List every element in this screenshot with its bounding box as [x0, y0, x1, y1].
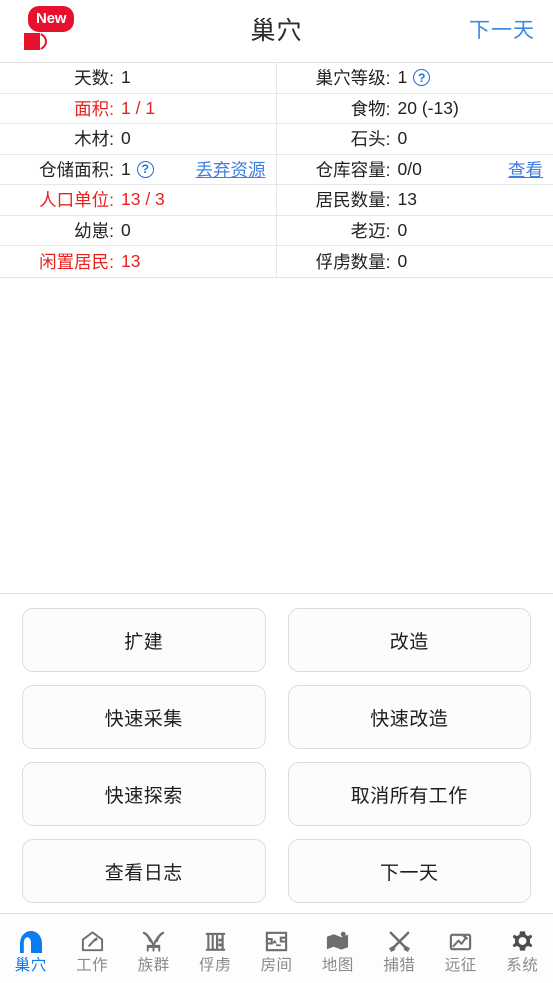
- stat-label: 仓库容量:: [315, 159, 391, 180]
- stat-value: 13 / 3: [121, 189, 165, 210]
- gear-icon: [507, 926, 537, 956]
- stat-value: 1 / 1: [121, 97, 156, 118]
- table-row: 人口单位: 13 / 3 居民数量: 13: [0, 185, 553, 216]
- work-icon: [77, 926, 107, 956]
- tab-map[interactable]: 地图: [307, 917, 368, 983]
- stat-captive-count: 俘虏数量: 0: [277, 246, 553, 277]
- expedition-icon: [446, 926, 476, 956]
- stat-label: 老迈:: [350, 220, 391, 241]
- stat-label: 石头:: [350, 129, 391, 150]
- expand-button[interactable]: 扩建: [22, 608, 266, 672]
- stat-value: 0: [121, 128, 131, 149]
- view-warehouse-link[interactable]: 查看: [508, 157, 543, 182]
- stat-value: 0: [121, 219, 131, 240]
- stat-value: 0: [397, 250, 408, 271]
- stat-wood: 木材: 0: [0, 124, 277, 154]
- stat-value: 20 (-13): [397, 97, 459, 118]
- stat-day: 天数: 1: [0, 63, 277, 93]
- view-log-button[interactable]: 查看日志: [22, 839, 266, 903]
- tab-label: 房间: [260, 957, 293, 975]
- help-icon[interactable]: ?: [136, 160, 154, 178]
- table-row: 面积: 1 / 1 食物: 20 (-13): [0, 93, 553, 124]
- tab-room[interactable]: 房间: [246, 917, 307, 983]
- tab-label: 系统: [506, 957, 539, 975]
- stat-value: 1: [121, 158, 131, 179]
- stat-label: 幼崽:: [74, 220, 114, 241]
- content-empty-area: [0, 277, 553, 593]
- stats-table: 天数: 1 巢穴等级: 1 ? 面积: 1 / 1 食物: 20 (-13) 木…: [0, 63, 553, 278]
- table-row: 闲置居民: 13 俘虏数量: 0: [0, 246, 553, 277]
- stat-label: 食物:: [350, 98, 391, 119]
- stat-food: 食物: 20 (-13): [277, 94, 553, 124]
- map-icon: [323, 926, 353, 956]
- stat-label: 天数:: [74, 68, 114, 89]
- stat-label: 俘虏数量:: [315, 251, 391, 272]
- stat-resident-count: 居民数量: 13: [277, 185, 553, 215]
- tab-work[interactable]: 工作: [61, 917, 122, 983]
- stat-label: 闲置居民:: [39, 251, 114, 272]
- stat-label: 居民数量:: [315, 190, 391, 211]
- tab-label: 俘虏: [199, 957, 232, 975]
- stat-value: 0: [397, 219, 408, 240]
- quick-rebuild-button[interactable]: 快速改造: [287, 685, 531, 749]
- tab-label: 远征: [444, 957, 477, 975]
- next-day-header-link[interactable]: 下一天: [469, 0, 535, 62]
- tab-label: 巢穴: [14, 957, 47, 975]
- stat-value: 13: [121, 250, 141, 271]
- stat-label: 巢穴等级:: [315, 68, 391, 89]
- stat-label: 木材:: [74, 129, 114, 150]
- table-row: 幼崽: 0 老迈: 0: [0, 215, 553, 246]
- hunt-icon: [384, 926, 414, 956]
- app-header: New 巢穴 下一天: [0, 0, 553, 63]
- help-icon[interactable]: ?: [413, 69, 431, 87]
- next-day-button[interactable]: 下一天: [287, 839, 531, 903]
- new-badge: New: [28, 6, 75, 32]
- tab-clan[interactable]: 族群: [123, 917, 184, 983]
- stat-value: 1: [121, 67, 131, 88]
- stat-value: 13: [397, 189, 417, 210]
- tab-expedition[interactable]: 远征: [430, 917, 491, 983]
- rebuild-button[interactable]: 改造: [287, 608, 531, 672]
- room-icon: [261, 926, 291, 956]
- quick-gather-button[interactable]: 快速采集: [22, 685, 266, 749]
- prison-icon: [200, 926, 230, 956]
- stat-nest-level: 巢穴等级: 1 ?: [277, 63, 553, 93]
- nest-icon: [16, 926, 46, 956]
- stat-value: 0/0: [397, 158, 422, 179]
- stat-storage-area: 仓储面积: 1 ? 丢弃资源: [0, 154, 277, 184]
- stat-area: 面积: 1 / 1: [0, 93, 277, 123]
- tab-hunt[interactable]: 捕猎: [369, 917, 430, 983]
- discard-resources-link[interactable]: 丢弃资源: [196, 157, 266, 182]
- tab-label: 族群: [137, 957, 170, 975]
- tab-label: 工作: [76, 957, 109, 975]
- app-root: New 巢穴 下一天 天数: 1 巢穴等级: 1 ? 面积: 1 / 1 食物:…: [0, 0, 553, 983]
- stat-cubs: 幼崽: 0: [0, 215, 277, 245]
- table-row: 木材: 0 石头: 0: [0, 124, 553, 155]
- tab-label: 捕猎: [383, 957, 416, 975]
- table-row: 天数: 1 巢穴等级: 1 ?: [0, 63, 553, 94]
- stat-population-units: 人口单位: 13 / 3: [0, 185, 277, 215]
- clan-icon: [139, 926, 169, 956]
- tab-prison[interactable]: 俘虏: [184, 917, 245, 983]
- tab-system[interactable]: 系统: [492, 917, 553, 983]
- stat-idle-residents: 闲置居民: 13: [0, 246, 277, 277]
- stat-elderly: 老迈: 0: [277, 216, 553, 246]
- tab-nest[interactable]: 巢穴: [0, 917, 61, 983]
- cancel-all-jobs-button[interactable]: 取消所有工作: [287, 762, 531, 826]
- stat-label: 人口单位:: [39, 190, 114, 211]
- bottom-tab-bar: 巢穴 工作 族群 俘虏 房间 地图 捕猎 远征 系统: [0, 913, 553, 983]
- stat-stone: 石头: 0: [277, 124, 553, 154]
- table-row: 仓储面积: 1 ? 丢弃资源 仓库容量: 0/0 查看: [0, 154, 553, 185]
- quick-explore-button[interactable]: 快速探索: [22, 762, 266, 826]
- stat-warehouse-capacity: 仓库容量: 0/0 查看: [277, 155, 553, 185]
- stat-label: 面积:: [74, 98, 114, 119]
- stat-value: 1: [397, 67, 408, 88]
- stat-value: 0: [397, 128, 408, 149]
- action-button-grid: 扩建 改造 快速采集 快速改造 快速探索 取消所有工作 查看日志 下一天: [0, 593, 553, 913]
- stat-label: 仓储面积:: [39, 159, 114, 180]
- tab-label: 地图: [321, 957, 354, 975]
